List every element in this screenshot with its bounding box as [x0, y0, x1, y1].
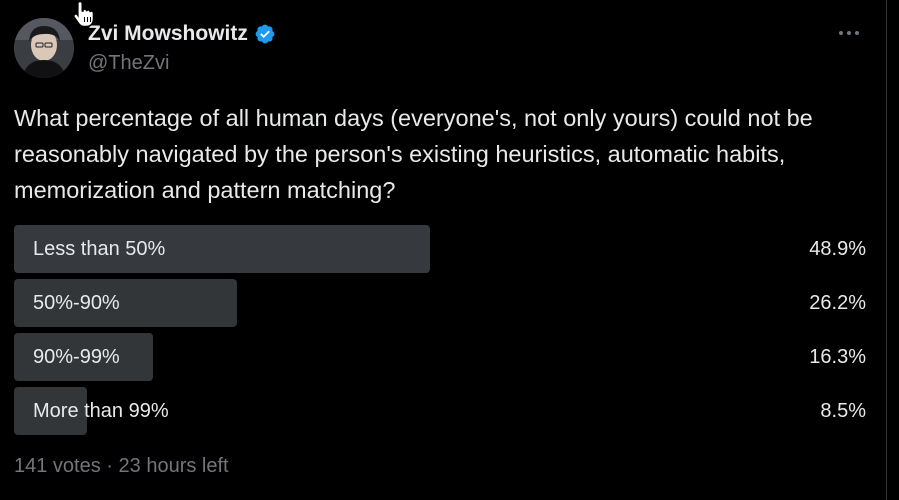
- poll-option-percent: 48.9%: [809, 238, 866, 260]
- poll-option: 50%-90% 26.2%: [14, 279, 866, 327]
- poll: Less than 50% 48.9% 50%-90% 26.2% 90%-99…: [14, 225, 866, 441]
- author-handle[interactable]: @TheZvi: [88, 52, 169, 75]
- poll-option-label: 50%-90%: [33, 292, 120, 314]
- author-name[interactable]: Zvi Mowshowitz: [88, 22, 276, 46]
- poll-option-percent: 16.3%: [809, 346, 866, 368]
- poll-option-percent: 8.5%: [820, 400, 866, 422]
- poll-option: 90%-99% 16.3%: [14, 333, 866, 381]
- poll-option-label: Less than 50%: [33, 238, 166, 260]
- timeline-border: [886, 0, 887, 500]
- more-options-icon[interactable]: [834, 20, 864, 46]
- poll-option: Less than 50% 48.9%: [14, 225, 866, 273]
- hand-pointer-cursor-icon: [73, 0, 95, 28]
- poll-footer-separator: ·: [106, 455, 113, 477]
- post: Zvi Mowshowitz @TheZvi What percentage o…: [0, 0, 886, 500]
- poll-option: More than 99% 8.5%: [14, 387, 866, 435]
- verified-badge-icon: [255, 24, 275, 44]
- post-text: What percentage of all human days (every…: [14, 105, 813, 203]
- poll-option-label: 90%-99%: [33, 346, 120, 368]
- author-name-text[interactable]: Zvi Mowshowitz: [88, 22, 248, 46]
- poll-option-percent: 26.2%: [809, 292, 866, 314]
- avatar[interactable]: [14, 18, 74, 78]
- poll-footer: 141 votes · 23 hours left: [14, 455, 229, 478]
- poll-option-label: More than 99%: [33, 400, 169, 422]
- poll-time-left: 23 hours left: [118, 455, 229, 477]
- poll-vote-count: 141 votes: [14, 455, 101, 477]
